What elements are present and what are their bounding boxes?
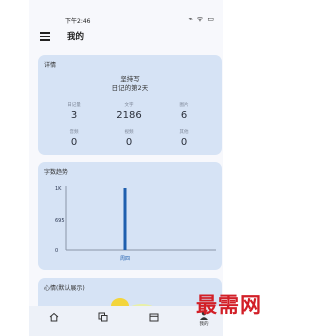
status-time: 下午2:46 [65, 18, 91, 25]
page-title: 我的 [67, 32, 85, 42]
y-tick-label: 695 [55, 218, 65, 224]
word-trend-card: 字数趋势 1K 695 0 周四 [38, 162, 222, 270]
bottom-nav: 我的 [29, 306, 223, 336]
watermark-logo: 最需网 [196, 292, 262, 317]
nav-copy[interactable] [93, 312, 113, 332]
status-bar: 下午2:46 ⌁ ᯤ ▭ [29, 14, 223, 26]
stat-label: 文字 [124, 103, 134, 108]
stat-images: 图片 6 [159, 102, 209, 121]
stat-value: 3 [70, 110, 78, 121]
stat-value: 0 [70, 137, 78, 148]
stat-value: 6 [180, 110, 188, 121]
stat-value: 2186 [116, 110, 142, 121]
stat-label: 日记量 [67, 103, 81, 108]
y-tick-label: 0 [55, 248, 58, 254]
mood-card-title: 心情(默认展示) [44, 285, 85, 292]
nav-home[interactable] [44, 312, 64, 332]
stat-label: 音频 [69, 130, 79, 135]
x-tick-label: 周四 [120, 256, 130, 262]
detail-card-title: 详情 [44, 62, 57, 69]
nav-profile-label: 我的 [199, 322, 209, 327]
y-tick-label: 1K [55, 186, 62, 192]
nav-calendar[interactable] [144, 312, 164, 332]
stat-words: 文字 2186 [104, 102, 154, 121]
stat-value: 0 [180, 137, 188, 148]
stat-other: 其他 0 [159, 129, 209, 148]
stat-label: 视频 [124, 130, 134, 135]
calendar-icon [149, 313, 159, 322]
phone-screen: 下午2:46 ⌁ ᯤ ▭ 我的 详情 坚持写 日记的第2天 日记量 3 文字 2… [29, 0, 223, 336]
word-trend-chart: 1K 695 0 周四 [55, 186, 216, 262]
stat-label: 其他 [179, 130, 189, 135]
bar [123, 188, 127, 250]
detail-card: 详情 坚持写 日记的第2天 日记量 3 文字 2186 图片 6 音频 0 视频… [38, 55, 222, 155]
stat-audio: 音频 0 [49, 129, 99, 148]
home-icon [49, 312, 59, 322]
menu-icon[interactable] [40, 32, 50, 41]
stat-label: 图片 [179, 103, 189, 108]
stat-value: 0 [125, 137, 133, 148]
diary-days-label: 日记的第2天 [111, 84, 149, 92]
status-icons: ⌁ ᯤ ▭ [188, 15, 215, 23]
stat-diaries: 日记量 3 [49, 102, 99, 121]
copy-icon [98, 312, 108, 322]
app-bar: 我的 [29, 28, 223, 46]
stat-video: 视频 0 [104, 129, 154, 148]
